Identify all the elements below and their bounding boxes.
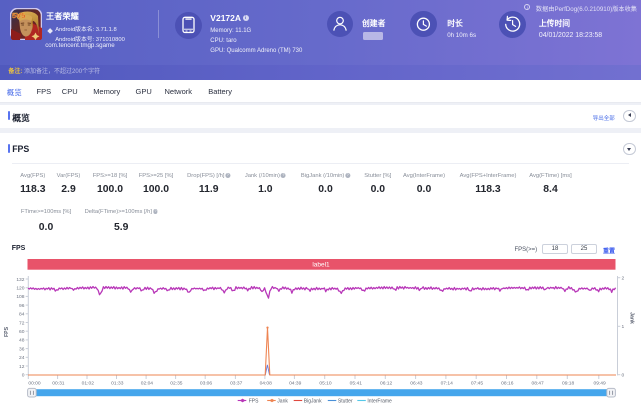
- svg-text:07:14: 07:14: [441, 380, 454, 386]
- svg-text:BigJank: BigJank: [304, 398, 322, 404]
- svg-text:0: 0: [622, 373, 625, 379]
- svg-text:132: 132: [16, 277, 24, 283]
- svg-text:FPS: FPS: [4, 326, 10, 337]
- svg-text:36: 36: [19, 346, 25, 352]
- svg-text:96: 96: [19, 303, 25, 309]
- svg-text:01:33: 01:33: [111, 380, 124, 386]
- svg-text:00:00: 00:00: [28, 380, 41, 386]
- svg-text:48: 48: [19, 338, 25, 344]
- svg-text:09:18: 09:18: [562, 380, 575, 386]
- svg-text:06:12: 06:12: [380, 380, 393, 386]
- svg-text:04:39: 04:39: [289, 380, 302, 386]
- svg-text:72: 72: [19, 320, 25, 326]
- svg-text:FPS: FPS: [249, 398, 259, 404]
- svg-text:02:04: 02:04: [141, 380, 154, 386]
- svg-text:108: 108: [16, 294, 24, 300]
- svg-text:03:37: 03:37: [230, 380, 243, 386]
- svg-text:08:16: 08:16: [501, 380, 514, 386]
- svg-text:05:10: 05:10: [319, 380, 332, 386]
- svg-text:InterFrame: InterFrame: [367, 398, 392, 404]
- svg-text:Stutter: Stutter: [338, 398, 353, 404]
- svg-text:03:06: 03:06: [200, 380, 213, 386]
- svg-text:60: 60: [19, 329, 25, 335]
- svg-text:1: 1: [622, 324, 625, 330]
- svg-text:5V5: 5V5: [12, 11, 25, 20]
- svg-text:Jank: Jank: [629, 312, 635, 324]
- svg-text:2: 2: [622, 276, 625, 282]
- svg-text:0: 0: [22, 373, 25, 379]
- svg-text:12: 12: [19, 364, 25, 370]
- svg-text:84: 84: [19, 312, 25, 318]
- svg-text:09:49: 09:49: [593, 380, 606, 386]
- svg-text:06:43: 06:43: [410, 380, 423, 386]
- svg-text:24: 24: [19, 355, 25, 361]
- svg-text:120: 120: [16, 286, 24, 292]
- svg-text:02:35: 02:35: [170, 380, 183, 386]
- svg-text:label1: label1: [312, 262, 330, 269]
- svg-text:07:45: 07:45: [471, 380, 484, 386]
- svg-text:Jank: Jank: [277, 398, 288, 404]
- svg-text:08:47: 08:47: [531, 380, 544, 386]
- svg-text:04:08: 04:08: [260, 380, 273, 386]
- svg-text:05:41: 05:41: [350, 380, 363, 386]
- svg-text:00:31: 00:31: [52, 380, 65, 386]
- svg-text:01:02: 01:02: [82, 380, 95, 386]
